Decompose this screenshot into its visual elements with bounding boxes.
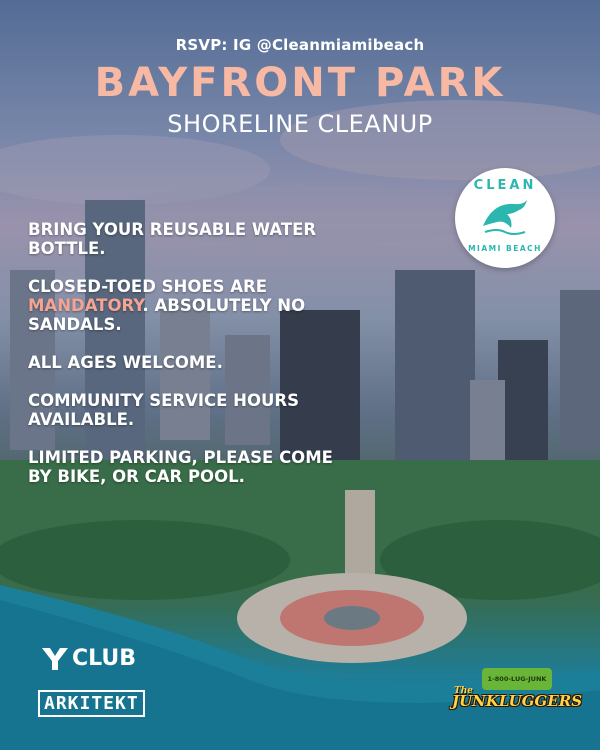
rule-text: CLOSED-TOED SHOES ARE [28,277,268,296]
junkluggers-logo: 1-800-LUG-JUNK The JUNKLUGGERS [452,668,583,728]
yclub-text: CLUB [72,646,137,671]
rule-item: BRING YOUR REUSABLE WATER BOTTLE. [28,220,317,258]
truck-icon: 1-800-LUG-JUNK [482,668,552,690]
clean-miami-beach-logo: CLEAN MIAMI BEACH [455,168,555,268]
arkitekt-logo: ARKITEKT [38,690,145,717]
rules-list: BRING YOUR REUSABLE WATER BOTTLE. CLOSED… [28,220,358,505]
yclub-logo: CLUB [42,646,136,671]
event-title: BAYFRONT PARK [94,60,506,106]
logo-bottom-word: MIAMI BEACH [468,244,542,253]
rule-item: ALL AGES WELCOME. [28,353,223,372]
rsvp-text: RSVP: IG @Cleanmiamibeach [175,36,425,54]
rule-highlight: MANDATORY [28,296,143,315]
rule-item: LIMITED PARKING, PLEASE COME BY BIKE, OR… [28,448,333,486]
y-icon [42,647,68,670]
dolphin-icon [483,200,527,235]
rule-item: CLOSED-TOED SHOES ARE MANDATORY. ABSOLUT… [28,277,358,334]
event-poster: RSVP: IG @Cleanmiamibeach BAYFRONT PARK … [0,0,600,750]
logo-top-word: CLEAN [473,178,537,193]
rule-item: COMMUNITY SERVICE HOURS AVAILABLE. [28,391,299,429]
junkluggers-wordmark: JUNKLUGGERS [452,692,583,710]
event-subtitle: SHORELINE CLEANUP [167,110,433,138]
